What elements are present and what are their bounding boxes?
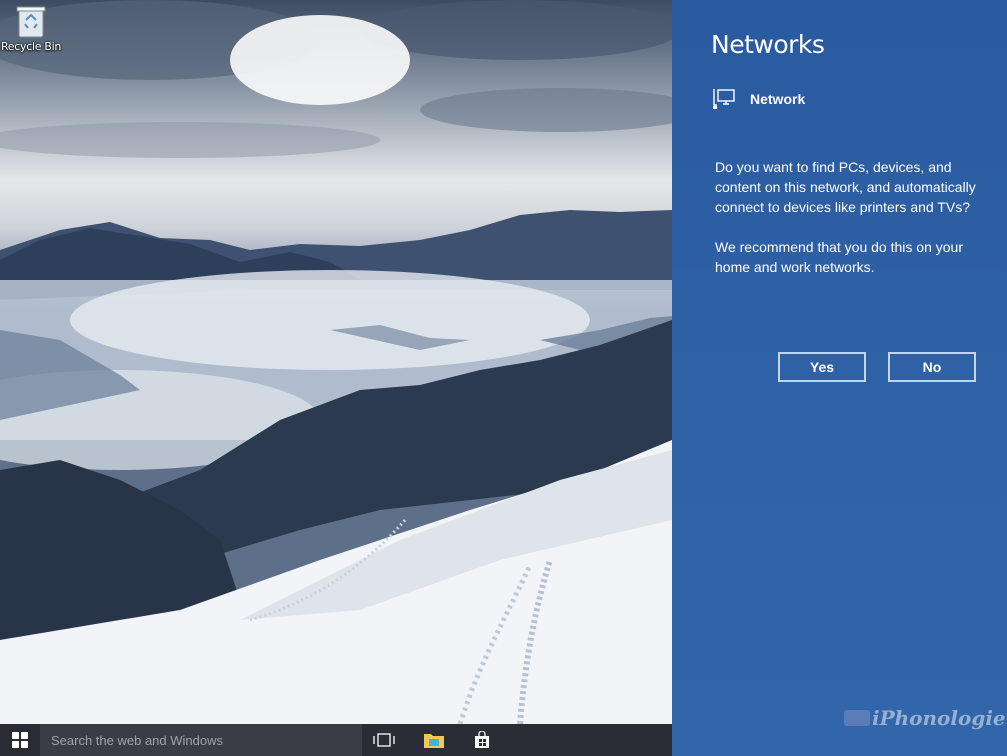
desktop-wallpaper (0, 0, 672, 756)
desktop-icon-recycle-bin[interactable]: Recycle Bin (0, 2, 62, 53)
file-explorer-button[interactable] (414, 724, 454, 756)
yes-button[interactable]: Yes (778, 352, 866, 382)
wallpaper-landscape (0, 0, 672, 725)
no-button[interactable]: No (888, 352, 976, 382)
store-icon (475, 731, 489, 748)
network-computer-icon (713, 89, 735, 109)
recycle-bin-label: Recycle Bin (0, 40, 62, 53)
search-placeholder: Search the web and Windows (51, 732, 223, 748)
flyout-title: Networks (711, 30, 825, 59)
network-description: Do you want to find PCs, devices, and co… (715, 157, 985, 297)
description-question: Do you want to find PCs, devices, and co… (715, 159, 976, 215)
task-view-button[interactable] (364, 724, 404, 756)
watermark: iPhonologie.fr (842, 706, 1007, 730)
watermark-logo-icon (844, 710, 870, 726)
store-button[interactable] (462, 724, 502, 756)
network-item[interactable]: Network (712, 88, 805, 110)
networks-flyout: Networks Network Do you want to find PCs… (672, 0, 1007, 756)
taskbar: Search the web and Windows (0, 724, 672, 756)
network-name: Network (750, 91, 806, 107)
taskbar-search-box[interactable]: Search the web and Windows (40, 724, 362, 756)
watermark-text: iPhonologie.fr (872, 706, 1007, 730)
task-view-icon (373, 733, 395, 747)
windows-start-icon (12, 732, 28, 748)
file-explorer-icon (424, 734, 444, 748)
description-recommendation: We recommend that you do this on your ho… (715, 239, 963, 275)
start-button[interactable] (0, 724, 40, 756)
recycle-bin-icon (16, 4, 46, 38)
